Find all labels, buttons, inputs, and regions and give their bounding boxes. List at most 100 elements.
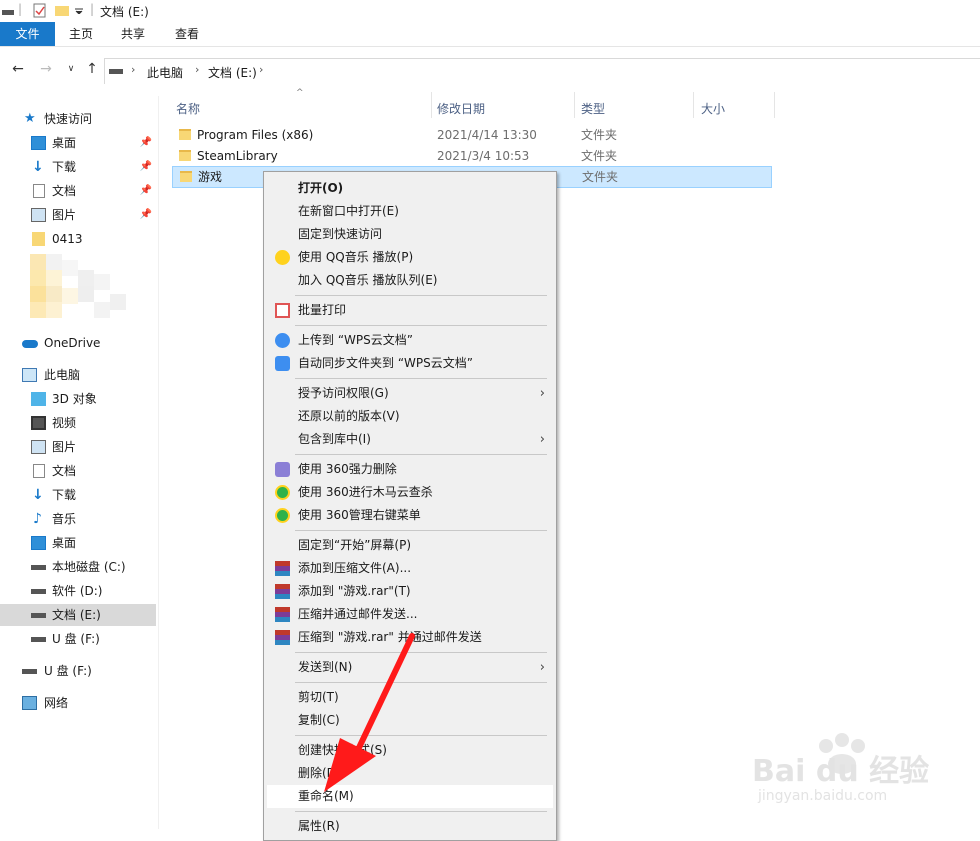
column-header-type[interactable]: 类型 [581,98,605,120]
back-arrow-icon[interactable]: ← [10,61,26,77]
menu-item-pin-start[interactable]: 固定到“开始”屏幕(P) [267,534,553,557]
download-arrow-icon: ↓ [32,487,44,503]
menu-item-open-new-window[interactable]: 在新窗口中打开(E) [267,200,553,223]
nav-item-drive-d[interactable]: 软件 (D:) [0,580,158,602]
menu-item-360-force-delete[interactable]: 使用 360强力删除 [267,458,553,481]
nav-item-0413[interactable]: 0413 [0,228,158,250]
up-arrow-icon[interactable]: ↑ [84,61,100,77]
breadcrumb-separator-icon[interactable]: › [195,63,199,76]
nav-item-downloads[interactable]: ↓ 下载 📌 [0,156,158,178]
nav-quick-access[interactable]: ★ 快速访问 [0,108,158,130]
network-icon [22,696,37,710]
navigation-pane: ★ 快速访问 桌面 📌 ↓ 下载 📌 文档 📌 图片 📌 0413 OneDri… [0,96,159,829]
usb-drive-icon [22,669,37,674]
nav-usb-drive[interactable]: U 盘 (F:) [0,660,158,682]
printer-icon [275,303,290,318]
nav-item-pc-documents[interactable]: 文档 [0,460,158,482]
nav-network[interactable]: 网络 [0,692,158,714]
cube-icon [31,392,46,406]
pictures-icon [31,208,46,222]
menu-item-include-library[interactable]: 包含到库中(I) › [267,428,553,451]
nav-item-drive-e[interactable]: 文档 (E:) [0,604,156,626]
computer-icon [22,368,37,382]
breadcrumb-drive-e[interactable]: 文档 (E:) [208,64,257,81]
pin-icon: 📌 [139,185,152,196]
nav-item-documents[interactable]: 文档 📌 [0,180,158,202]
menu-item-compress-email[interactable]: 压缩并通过邮件发送... [267,603,553,626]
pin-icon: 📌 [139,161,152,172]
nav-onedrive[interactable]: OneDrive [0,332,158,354]
shredder-icon [275,462,290,477]
menu-item-batch-print[interactable]: 批量打印 [267,299,553,322]
submenu-arrow-icon: › [539,432,545,447]
column-divider[interactable] [574,92,575,118]
column-divider[interactable] [431,92,432,118]
submenu-arrow-icon: › [539,660,545,675]
download-arrow-icon: ↓ [32,159,44,175]
nav-item-pictures[interactable]: 图片 📌 [0,204,158,226]
cloud-upload-icon [275,333,290,348]
nav-item-drive-f[interactable]: U 盘 (F:) [0,628,158,650]
breadcrumb-this-pc[interactable]: 此电脑 [147,64,183,81]
pin-icon: 📌 [139,137,152,148]
menu-item-qq-music-queue[interactable]: 加入 QQ音乐 播放队列(E) [267,269,553,292]
menu-item-open[interactable]: 打开(O) [267,177,553,200]
tab-home[interactable]: 主页 [58,22,104,46]
drive-icon [2,10,14,15]
360-security-icon [275,485,290,500]
menu-item-wps-sync[interactable]: 自动同步文件夹到 “WPS云文档” [267,352,553,375]
nav-item-desktop[interactable]: 桌面 📌 [0,132,158,154]
nav-item-pc-pictures[interactable]: 图片 [0,436,158,458]
window-title: 文档 (E:) [100,5,149,19]
nav-item-music[interactable]: ♪ 音乐 [0,508,158,530]
menu-item-grant-access[interactable]: 授予访问权限(G) › [267,382,553,405]
forward-arrow-icon[interactable]: → [38,61,54,77]
desktop-icon [31,536,46,550]
navigation-row: ← → ∨ ↑ › 此电脑 › 文档 (E:) › [0,54,980,86]
menu-separator [295,325,547,326]
menu-separator [295,295,547,296]
menu-item-pin-quick-access[interactable]: 固定到快速访问 [267,223,553,246]
menu-item-wps-upload[interactable]: 上传到 “WPS云文档” [267,329,553,352]
nav-item-drive-c[interactable]: 本地磁盘 (C:) [0,556,158,578]
file-row[interactable]: Program Files (x86) 2021/4/14 13:30 文件夹 [172,125,770,145]
breadcrumb-separator-icon[interactable]: › [131,63,135,76]
recent-locations-chevron-icon[interactable]: ∨ [63,61,79,77]
nav-item-pc-desktop[interactable]: 桌面 [0,532,158,554]
tab-file[interactable]: 文件 [0,22,55,46]
document-icon [33,464,45,478]
menu-item-qq-music-play[interactable]: 使用 QQ音乐 播放(P) [267,246,553,269]
nav-item-videos[interactable]: 视频 [0,412,158,434]
menu-item-add-archive[interactable]: 添加到压缩文件(A)... [267,557,553,580]
menu-item-add-rar[interactable]: 添加到 "游戏.rar"(T) [267,580,553,603]
address-bar[interactable]: › 此电脑 › 文档 (E:) › [104,58,980,84]
customize-toolbar-icon[interactable] [75,8,84,14]
watermark-url: jingyan.baidu.com [758,788,888,804]
360-security-icon [275,508,290,523]
column-header-name[interactable]: 名称 [176,98,200,120]
menu-item-360-manage-menu[interactable]: 使用 360管理右键菜单 [267,504,553,527]
column-divider[interactable] [774,92,775,118]
winrar-icon [275,584,290,599]
menu-item-properties[interactable]: 属性(R) [267,815,553,838]
column-divider[interactable] [693,92,694,118]
sort-ascending-icon: ^ [296,88,304,98]
tab-view[interactable]: 查看 [164,22,210,46]
menu-item-360-trojan-scan[interactable]: 使用 360进行木马云查杀 [267,481,553,504]
nav-item-pc-downloads[interactable]: ↓ 下载 [0,484,158,506]
properties-icon[interactable] [33,3,47,19]
pin-icon: 📌 [139,209,152,220]
usb-drive-icon [31,637,46,642]
file-row[interactable]: SteamLibrary 2021/3/4 10:53 文件夹 [172,146,770,166]
ribbon-tabs: 文件 主页 共享 查看 [0,22,980,47]
nav-this-pc[interactable]: 此电脑 [0,364,158,386]
column-header-date[interactable]: 修改日期 [437,98,485,120]
new-folder-icon[interactable] [55,4,69,16]
column-header-size[interactable]: 大小 [701,98,725,120]
breadcrumb-separator-icon[interactable]: › [259,63,263,76]
menu-item-restore-versions[interactable]: 还原以前的版本(V) [267,405,553,428]
nav-item-3d-objects[interactable]: 3D 对象 [0,388,158,410]
drive-icon [31,565,46,570]
menu-separator [295,378,547,379]
tab-share[interactable]: 共享 [110,22,156,46]
